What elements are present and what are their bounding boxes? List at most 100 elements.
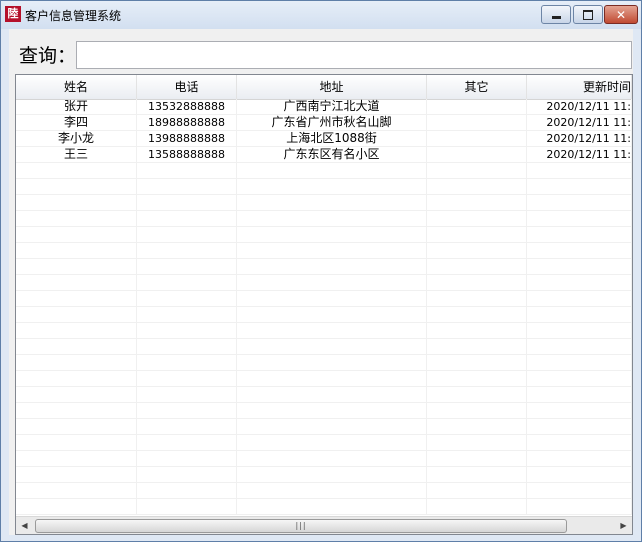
cell-phone [137,467,237,483]
cell-name [16,307,137,323]
cell-updated [527,323,632,339]
cell-other [427,131,527,147]
cell-phone [137,243,237,259]
title-bar[interactable]: 陸 客户信息管理系统 ✕ [1,1,641,29]
table-row[interactable] [16,355,632,371]
cell-address [237,179,427,195]
cell-name [16,499,137,515]
cell-updated [527,243,632,259]
cell-updated [527,403,632,419]
cell-updated [527,339,632,355]
customer-table[interactable]: 姓名 电话 地址 其它 更新时间 张开 13532888888 广西南宁江北大道 20… [15,74,633,535]
table-row[interactable] [16,275,632,291]
cell-other [427,371,527,387]
table-row[interactable]: 李四 18988888888 广东省广州市秋名山脚 2020/12/11 11: [16,115,632,131]
scroll-right-icon[interactable]: ▶ [615,517,632,534]
table-row[interactable] [16,259,632,275]
cell-name: 王三 [16,147,137,163]
scroll-left-icon[interactable]: ◀ [16,517,33,534]
cell-other [427,211,527,227]
table-row[interactable] [16,307,632,323]
cell-name [16,371,137,387]
cell-phone: 13532888888 [137,99,237,115]
search-input[interactable] [76,41,632,69]
table-row[interactable] [16,387,632,403]
cell-other [427,387,527,403]
table-row[interactable] [16,179,632,195]
column-header-other[interactable]: 其它 [427,75,527,99]
table-row[interactable] [16,227,632,243]
cell-name [16,227,137,243]
table-row[interactable] [16,323,632,339]
cell-updated [527,451,632,467]
maximize-button[interactable] [573,5,603,24]
table-row[interactable] [16,467,632,483]
cell-name [16,211,137,227]
table-row[interactable]: 张开 13532888888 广西南宁江北大道 2020/12/11 11: [16,99,632,115]
app-logo-icon: 陸 [5,6,21,22]
cell-name [16,195,137,211]
column-header-phone[interactable]: 电话 [137,75,237,99]
minimize-icon [551,15,561,19]
table-row[interactable] [16,499,632,515]
table-row[interactable] [16,419,632,435]
table-row[interactable] [16,435,632,451]
cell-name: 李四 [16,115,137,131]
window-title: 客户信息管理系统 [25,9,122,23]
cell-other [427,355,527,371]
cell-phone [137,179,237,195]
table-row[interactable] [16,243,632,259]
cell-updated: 2020/12/11 11: [527,99,632,115]
cell-phone [137,291,237,307]
scrollbar-thumb[interactable]: ||| [35,519,567,533]
table-row[interactable]: 李小龙 13988888888 上海北区1088街 2020/12/11 11: [16,131,632,147]
cell-address [237,371,427,387]
search-label: 查询： [19,45,77,67]
table-row[interactable] [16,371,632,387]
cell-address [237,259,427,275]
cell-name [16,483,137,499]
cell-phone [137,163,237,179]
cell-updated [527,371,632,387]
table-row[interactable] [16,339,632,355]
table-row[interactable] [16,211,632,227]
cell-phone [137,339,237,355]
cell-name: 张开 [16,99,137,115]
table-row[interactable] [16,483,632,499]
table-row[interactable] [16,163,632,179]
cell-updated [527,259,632,275]
cell-address [237,483,427,499]
table-row[interactable] [16,195,632,211]
cell-updated: 2020/12/11 11: [527,131,632,147]
column-header-updated[interactable]: 更新时间 [527,75,632,99]
cell-name [16,179,137,195]
cell-other [427,291,527,307]
cell-updated [527,483,632,499]
cell-other [427,259,527,275]
table-row[interactable] [16,291,632,307]
cell-address [237,355,427,371]
minimize-button[interactable] [541,5,571,24]
cell-phone [137,323,237,339]
cell-address: 上海北区1088街 [237,131,427,147]
table-row[interactable] [16,403,632,419]
cell-other [427,227,527,243]
cell-name [16,243,137,259]
close-button[interactable]: ✕ [604,5,638,24]
cell-phone [137,227,237,243]
table-header: 姓名 电话 地址 其它 更新时间 [16,75,632,100]
cell-phone [137,355,237,371]
main-window: 陸 客户信息管理系统 ✕ 查询： 姓名 电话 地址 其它 更新时间 张开 1353… [0,0,642,542]
horizontal-scrollbar[interactable]: ◀ ||| ▶ [16,516,632,534]
column-header-name[interactable]: 姓名 [16,75,137,99]
column-header-address[interactable]: 地址 [237,75,427,99]
table-row[interactable] [16,451,632,467]
cell-updated [527,179,632,195]
cell-other [427,323,527,339]
table-row[interactable]: 王三 13588888888 广东东区有名小区 2020/12/11 11: [16,147,632,163]
cell-other [427,99,527,115]
cell-phone [137,307,237,323]
cell-address [237,211,427,227]
cell-phone [137,275,237,291]
cell-address [237,467,427,483]
